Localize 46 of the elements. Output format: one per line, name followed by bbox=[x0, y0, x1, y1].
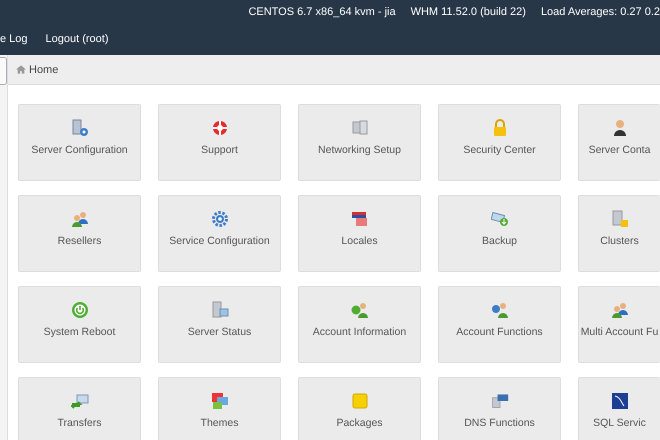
category-tile[interactable]: Resellers bbox=[18, 195, 141, 272]
system-info-text: WHM 11.52.0 (build 22) bbox=[410, 6, 526, 20]
nav-link[interactable]: Logout (root) bbox=[46, 33, 109, 45]
server-gear-icon bbox=[70, 119, 88, 137]
category-tile[interactable]: Security Center bbox=[438, 104, 561, 181]
category-tile[interactable]: Networking Setup bbox=[298, 104, 421, 181]
server-monitor-icon bbox=[210, 301, 228, 319]
system-info-text: CENTOS 6.7 x86_64 kvm - jia bbox=[248, 6, 396, 20]
category-tile[interactable]: Multi Account Fu bbox=[578, 286, 660, 363]
network-computer-icon bbox=[350, 119, 368, 137]
windows-icon bbox=[210, 392, 228, 410]
box-icon bbox=[350, 392, 368, 410]
lifebuoy-icon bbox=[210, 119, 228, 137]
sidebar-toggle[interactable] bbox=[0, 57, 7, 85]
transfer-icon bbox=[70, 392, 88, 410]
drive-arrow-icon bbox=[490, 210, 508, 228]
gear-icon bbox=[210, 210, 228, 228]
category-tile[interactable]: Clusters bbox=[578, 195, 660, 272]
category-tile[interactable]: System Reboot bbox=[18, 286, 141, 363]
power-icon bbox=[70, 301, 88, 319]
server-lock-icon bbox=[610, 210, 628, 228]
database-icon bbox=[610, 392, 628, 410]
category-tile[interactable]: Account Functions bbox=[438, 286, 561, 363]
category-tile[interactable]: Themes bbox=[158, 377, 281, 440]
category-tile[interactable]: Backup bbox=[438, 195, 561, 272]
category-tile[interactable]: Server Configuration bbox=[18, 104, 141, 181]
system-info-text: Load Averages: 0.27 0.2 bbox=[540, 6, 660, 20]
category-tile[interactable]: SQL Servic bbox=[578, 377, 660, 440]
category-tile[interactable]: Server Status bbox=[158, 286, 281, 363]
category-tile[interactable]: Packages bbox=[298, 377, 421, 440]
category-tile[interactable]: Account Information bbox=[298, 286, 421, 363]
house-icon bbox=[16, 65, 26, 74]
person-gear-icon bbox=[490, 301, 508, 319]
person-info-icon bbox=[350, 301, 368, 319]
category-tile[interactable]: Locales bbox=[298, 195, 421, 272]
category-tile[interactable]: Support bbox=[158, 104, 281, 181]
dns-server-icon bbox=[490, 392, 508, 410]
category-tile[interactable]: Transfers bbox=[18, 377, 141, 440]
people-icon bbox=[70, 210, 88, 228]
category-tile[interactable]: DNS Functions bbox=[438, 377, 561, 440]
people-icon bbox=[610, 301, 628, 319]
flag-icon bbox=[350, 210, 368, 228]
nav-link[interactable]: e Log bbox=[0, 33, 28, 45]
category-tile[interactable]: Server Conta bbox=[578, 104, 660, 181]
category-tile[interactable]: Service Configuration bbox=[158, 195, 281, 272]
breadcrumb-link[interactable]: Home bbox=[29, 64, 58, 76]
